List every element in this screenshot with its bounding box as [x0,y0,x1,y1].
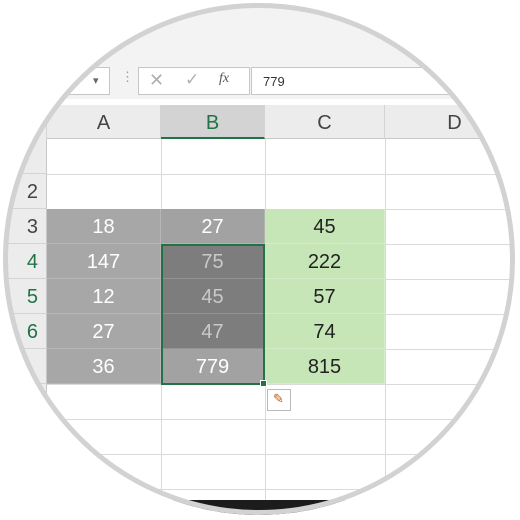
select-all-corner[interactable] [3,105,47,139]
row-header-3[interactable]: 3 [3,209,47,244]
gridline [47,489,515,490]
gridline [47,174,515,175]
checkmark-icon[interactable]: ✓ [185,69,199,91]
column-header-c[interactable]: C [265,105,385,139]
row-header-10[interactable] [3,454,47,489]
cell-c4[interactable]: 222 [265,244,385,279]
column-header-d[interactable]: D [385,105,515,139]
gridline [385,139,386,515]
chevron-down-icon[interactable]: ▾ [93,76,99,87]
column-header-b[interactable]: B [161,105,265,139]
row-header-9[interactable] [3,419,47,454]
cell-c3[interactable]: 45 [265,209,385,244]
selection-border [161,244,265,385]
cell-a5[interactable]: 12 [47,279,161,314]
drag-handle-icon[interactable]: ⋮ [121,69,134,85]
fill-handle[interactable] [260,380,267,387]
row-header-7[interactable] [3,349,47,384]
cell-a7[interactable]: 36 [47,349,161,384]
row-header-8[interactable] [3,384,47,419]
cell-c7[interactable]: 815 [265,349,385,384]
row-header-4[interactable]: 4 [3,244,47,279]
cell-a3[interactable]: 18 [47,209,161,244]
window-bottom-edge [163,500,373,515]
row-header-5[interactable]: 5 [3,279,47,314]
gridline [47,419,515,420]
name-box[interactable] [43,67,110,95]
insert-function-icon[interactable]: fx [219,71,229,87]
cell-a6[interactable]: 27 [47,314,161,349]
cancel-icon[interactable]: ✕ [149,69,164,91]
cell-c6[interactable]: 74 [265,314,385,349]
gridline [47,384,515,385]
spreadsheet-zoom-view: ▾ ⋮ ✕ ✓ fx 779 A B C D 2 3 4 5 6 18 147 … [3,3,515,515]
row-header-1[interactable] [3,139,47,174]
row-header-2[interactable]: 2 [3,174,47,209]
row-header-6[interactable]: 6 [3,314,47,349]
row-header-11[interactable] [3,489,47,515]
formula-input[interactable]: 779 [251,67,515,95]
gridline [47,454,515,455]
quick-analysis-icon[interactable]: ✎ [273,392,284,406]
column-header-a[interactable]: A [47,105,161,139]
cell-a4[interactable]: 147 [47,244,161,279]
cell-c5[interactable]: 57 [265,279,385,314]
cell-b3[interactable]: 27 [161,209,265,244]
